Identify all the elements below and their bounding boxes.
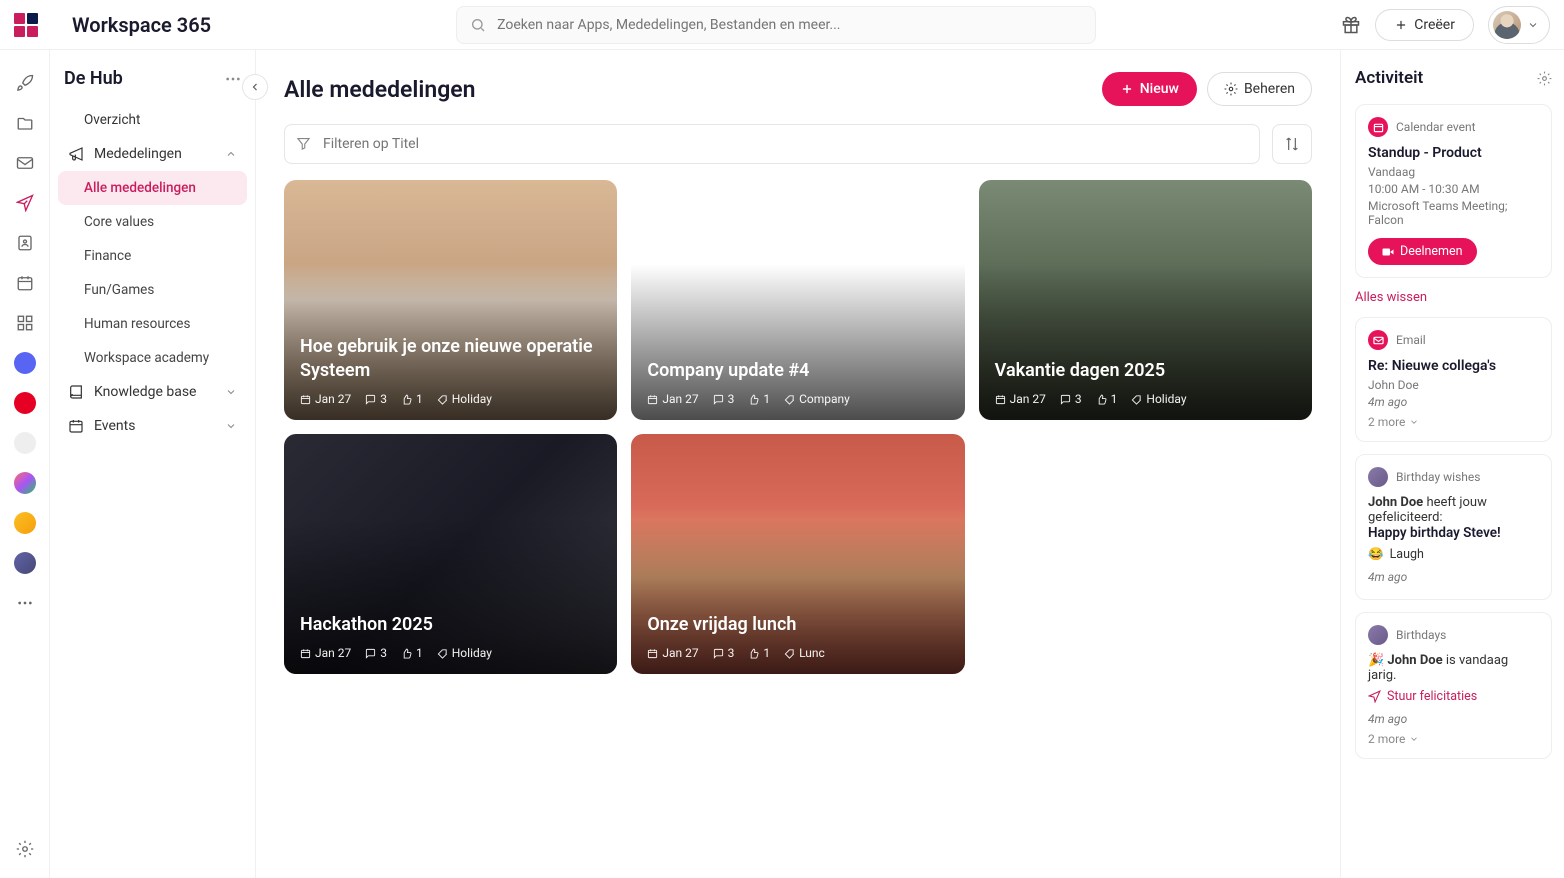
announcement-card[interactable]: Vakantie dagen 2025 Jan 27 3 1 Holiday [979, 180, 1312, 420]
join-meeting-button[interactable]: Deelnemen [1368, 238, 1477, 265]
search-input[interactable] [456, 6, 1096, 44]
sort-button[interactable] [1272, 124, 1312, 164]
user-menu[interactable] [1488, 6, 1550, 44]
filter-icon [296, 136, 311, 151]
card-date: Jan 27 [995, 392, 1046, 406]
card-title: Company update #4 [647, 359, 948, 382]
chevron-down-icon [225, 386, 237, 398]
rail-app-teams[interactable] [14, 552, 36, 574]
nav-fun-games[interactable]: Fun/Games [58, 273, 247, 307]
show-more-link[interactable]: 2 more [1368, 732, 1539, 746]
rail-app-grey[interactable] [14, 432, 36, 454]
card-title: Hoe gebruik je onze nieuwe operatie Syst… [300, 335, 601, 382]
calendar-event-icon [1368, 117, 1388, 137]
card-comments: 3 [713, 646, 735, 660]
manage-button[interactable]: Beheren [1207, 72, 1312, 106]
activity-card-email[interactable]: Email Re: Nieuwe collega's John Doe 4m a… [1355, 317, 1552, 442]
rail-mail-icon[interactable] [14, 152, 36, 174]
card-likes: 1 [401, 392, 423, 406]
clear-all-link[interactable]: Alles wissen [1355, 290, 1552, 305]
card-likes: 1 [401, 646, 423, 660]
nav-knowledge-base[interactable]: Knowledge base [58, 375, 247, 409]
card-date: Jan 27 [300, 646, 351, 660]
announcement-card[interactable]: Hoe gebruik je onze nieuwe operatie Syst… [284, 180, 617, 420]
rail-app-figma[interactable] [14, 472, 36, 494]
nav-alle-mededelingen[interactable]: Alle mededelingen [58, 171, 247, 205]
card-likes: 1 [748, 646, 770, 660]
rail-settings-icon[interactable] [14, 838, 36, 860]
new-button[interactable]: Nieuw [1102, 72, 1197, 106]
gift-icon[interactable] [1341, 15, 1361, 35]
calendar-icon [68, 418, 84, 434]
rail-app-maps[interactable] [14, 512, 36, 534]
rail-app-pinterest[interactable] [14, 392, 36, 414]
show-more-link[interactable]: 2 more [1368, 415, 1539, 429]
card-date: Jan 27 [647, 646, 698, 660]
user-avatar [1493, 11, 1521, 39]
activity-card-birthday-wish[interactable]: Birthday wishes John Doe heeft jouw gefe… [1355, 454, 1552, 600]
filter-input[interactable] [284, 124, 1260, 164]
activity-card-calendar[interactable]: Calendar event Standup - Product Vandaag… [1355, 104, 1552, 278]
book-icon [68, 384, 84, 400]
activity-card-birthdays[interactable]: Birthdays 🎉 John Doe is vandaag jarig. S… [1355, 612, 1552, 759]
card-comments: 3 [365, 646, 387, 660]
card-tag: Holiday [437, 646, 492, 660]
card-tag: Company [784, 392, 850, 406]
chevron-down-icon [1527, 19, 1539, 31]
nav-academy[interactable]: Workspace academy [58, 341, 247, 375]
card-title: Vakantie dagen 2025 [995, 359, 1296, 382]
create-button-label: Creëer [1414, 17, 1455, 33]
nav-mededelingen[interactable]: Mededelingen [58, 137, 247, 171]
send-congrats-link[interactable]: Stuur felicitaties [1368, 689, 1539, 704]
card-tag: Lunc [784, 646, 825, 660]
megaphone-icon [68, 146, 84, 162]
announcement-card[interactable]: Hackathon 2025 Jan 27 3 1 Holiday [284, 434, 617, 674]
rail-contact-icon[interactable] [14, 232, 36, 254]
nav-core-values[interactable]: Core values [58, 205, 247, 239]
sidebar-collapse-button[interactable] [242, 74, 268, 100]
create-button[interactable]: Creëer [1375, 9, 1474, 41]
card-comments: 3 [713, 392, 735, 406]
rail-apps-icon[interactable] [14, 312, 36, 334]
avatar-icon [1368, 625, 1388, 645]
rail-send-icon[interactable] [14, 192, 36, 214]
rail-folder-icon[interactable] [14, 112, 36, 134]
chevron-down-icon [225, 420, 237, 432]
rail-calendar-icon[interactable] [14, 272, 36, 294]
card-tag: Holiday [1131, 392, 1186, 406]
nav-finance[interactable]: Finance [58, 239, 247, 273]
card-date: Jan 27 [300, 392, 351, 406]
card-date: Jan 27 [647, 392, 698, 406]
app-logo[interactable] [14, 13, 38, 37]
chevron-up-icon [225, 148, 237, 160]
activity-title: Activiteit [1355, 68, 1423, 88]
card-title: Onze vrijdag lunch [647, 613, 948, 636]
email-icon [1368, 330, 1388, 350]
nav-overzicht[interactable]: Overzicht [58, 103, 247, 137]
card-likes: 1 [748, 392, 770, 406]
activity-settings-icon[interactable] [1537, 71, 1552, 86]
page-title: Alle mededelingen [284, 76, 476, 103]
search-icon [470, 17, 486, 33]
card-tag: Holiday [437, 392, 492, 406]
rail-rocket-icon[interactable] [14, 72, 36, 94]
rail-app-discord[interactable] [14, 352, 36, 374]
sidebar-dots-icon[interactable] [225, 77, 241, 81]
card-comments: 3 [365, 392, 387, 406]
rail-more-icon[interactable] [14, 592, 36, 614]
nav-hr[interactable]: Human resources [58, 307, 247, 341]
brand-name: Workspace 365 [72, 13, 211, 37]
announcement-card[interactable]: Company update #4 Jan 27 3 1 Company [631, 180, 964, 420]
sidebar-title: De Hub [64, 68, 123, 89]
nav-events[interactable]: Events [58, 409, 247, 443]
card-comments: 3 [1060, 392, 1082, 406]
card-title: Hackathon 2025 [300, 613, 601, 636]
card-likes: 1 [1096, 392, 1118, 406]
announcement-card[interactable]: Onze vrijdag lunch Jan 27 3 1 Lunc [631, 434, 964, 674]
avatar-icon [1368, 467, 1388, 487]
